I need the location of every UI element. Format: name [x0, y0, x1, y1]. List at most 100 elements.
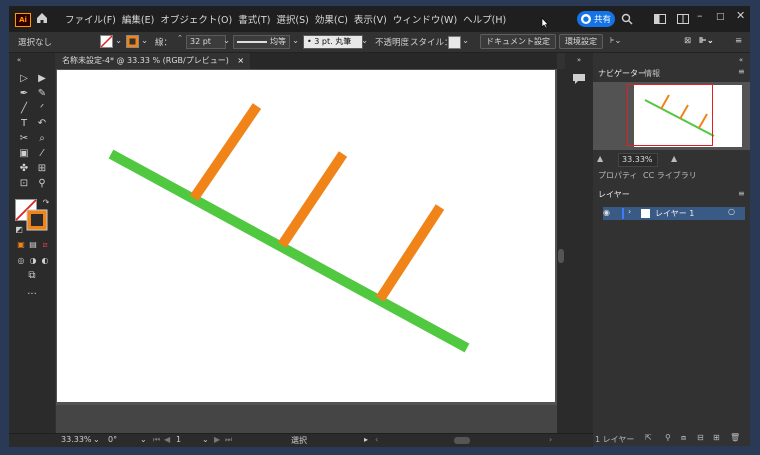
comments-icon[interactable]	[572, 73, 586, 85]
align-icon[interactable]: ⊩⌄	[699, 36, 714, 46]
visibility-eye-icon[interactable]: ◉	[603, 208, 610, 217]
orange-tick-path-1[interactable]	[189, 103, 262, 201]
line-tool-icon[interactable]: ╱	[18, 103, 30, 115]
horizontal-scroll-thumb[interactable]	[454, 437, 470, 444]
tab-properties[interactable]: プロパティ	[598, 170, 638, 181]
artboard[interactable]	[57, 70, 555, 402]
pencil-tool-icon[interactable]: ✎	[36, 88, 48, 100]
new-layer-icon[interactable]: ⊞	[713, 433, 720, 442]
tab-navigator[interactable]: ナビゲーター	[598, 68, 646, 79]
paintbrush-tool-icon[interactable]: ᐟ	[36, 103, 48, 115]
vertical-scrollbar[interactable]	[557, 69, 565, 433]
document-setup-button[interactable]: ドキュメント設定	[480, 34, 556, 49]
brush-select[interactable]: • 3 pt. 丸筆	[303, 35, 363, 49]
chevron-down-icon[interactable]: ⌄	[292, 36, 299, 46]
panel-collapse-icon[interactable]: »	[573, 54, 585, 66]
chevron-down-icon[interactable]: ⌄	[223, 36, 230, 46]
color-mode-icon[interactable]: ▣	[15, 239, 27, 251]
canvas-area[interactable]	[56, 69, 557, 433]
export-icon[interactable]: ⇱	[645, 433, 652, 442]
chevron-down-icon[interactable]: ⌄	[93, 435, 100, 444]
document-tab[interactable]: 名称未設定-4* @ 33.33 % (RGB/プレビュー) ×	[56, 53, 251, 69]
layer-row[interactable]: ◉ › レイヤー 1 ○	[603, 207, 745, 220]
minimize-icon[interactable]: –	[697, 10, 703, 22]
opacity-label[interactable]: 不透明度	[375, 36, 409, 48]
menu-help[interactable]: ヘルプ(H)	[463, 12, 506, 26]
panel-menu-icon[interactable]: ≡	[735, 36, 742, 46]
search-icon[interactable]	[621, 13, 633, 25]
menu-edit[interactable]: 編集(E)	[122, 12, 154, 26]
zoom-in-icon[interactable]: ▲	[671, 154, 677, 163]
menu-file[interactable]: ファイル(F)	[65, 12, 116, 26]
artboard-tool-icon[interactable]: ⊡	[18, 178, 30, 190]
default-colors-icon[interactable]: ◩	[13, 224, 25, 236]
chevron-down-icon[interactable]: ⌄	[140, 435, 147, 444]
share-button[interactable]: ● 共有	[577, 11, 615, 27]
chevron-down-icon[interactable]: ⌄	[202, 435, 209, 444]
status-rotation[interactable]: 0°	[108, 435, 117, 444]
draw-inside-icon[interactable]: ◐	[39, 255, 51, 267]
navigator-zoom-field[interactable]: 33.33%	[618, 153, 658, 167]
arrange-documents-icon[interactable]	[677, 14, 689, 24]
target-circle-icon[interactable]: ○	[728, 207, 735, 216]
zoom-tool-icon[interactable]: ⚲	[36, 178, 48, 190]
tab-layers[interactable]: レイヤー	[598, 189, 630, 200]
locate-object-icon[interactable]: ⚲	[665, 433, 671, 442]
clipping-mask-icon[interactable]: ⧈	[681, 433, 686, 443]
draw-mode-icon[interactable]: ◎	[15, 255, 27, 267]
horizontal-scroll-area[interactable]	[56, 405, 557, 433]
preferences-button[interactable]: 環境設定	[559, 34, 603, 49]
navigator-preview[interactable]	[593, 82, 750, 150]
chevron-down-icon[interactable]: ⌄	[115, 36, 122, 46]
menu-type[interactable]: 書式(T)	[238, 12, 270, 26]
first-artboard-icon[interactable]: ⏮	[153, 435, 160, 445]
screen-mode-icon[interactable]: ⧉	[26, 270, 38, 282]
type-tool-icon[interactable]: T	[18, 118, 30, 130]
menu-object[interactable]: オブジェクト(O)	[160, 12, 232, 26]
style-swatch[interactable]	[448, 36, 461, 49]
next-artboard-icon[interactable]: ▶	[214, 435, 220, 444]
tab-cc-libraries[interactable]: CC ライブラリ	[643, 170, 697, 181]
scroll-left-icon[interactable]: ‹	[375, 435, 378, 444]
stroke-weight-field[interactable]: 32 pt	[186, 35, 226, 49]
layer-name[interactable]: レイヤー 1	[655, 208, 694, 219]
orange-tick-path-2[interactable]	[277, 151, 348, 248]
panel-collapse-icon[interactable]: «	[735, 54, 747, 66]
arrange-icon[interactable]: ⊧⌄	[610, 36, 622, 46]
tab-close-icon[interactable]: ×	[237, 56, 244, 65]
status-artboard[interactable]: 1	[176, 435, 181, 444]
shape-builder-tool-icon[interactable]: ⊞	[36, 163, 48, 175]
navigator-view-box[interactable]	[627, 84, 713, 146]
more-tools-icon[interactable]: ···	[26, 289, 38, 301]
panel-collapse-icon[interactable]: «	[13, 54, 25, 66]
menu-window[interactable]: ウィンドウ(W)	[393, 12, 457, 26]
scroll-right-icon[interactable]: ›	[549, 435, 552, 444]
stroke-profile-select[interactable]: 均等	[233, 35, 290, 49]
menu-effect[interactable]: 効果(C)	[315, 12, 348, 26]
prev-artboard-icon[interactable]: ◀	[164, 435, 170, 444]
workspace-switcher-icon[interactable]	[654, 14, 666, 24]
tab-info[interactable]: 情報	[644, 68, 660, 79]
maximize-icon[interactable]: □	[716, 11, 725, 23]
gradient-tool-icon[interactable]: ▣	[18, 148, 30, 160]
swap-colors-icon[interactable]: ↷	[40, 197, 52, 209]
chevron-down-icon[interactable]: ⌄	[141, 36, 148, 46]
draw-behind-icon[interactable]: ◑	[27, 255, 39, 267]
panel-menu-icon[interactable]: ≡	[738, 67, 745, 76]
status-zoom[interactable]: 33.33%	[61, 435, 92, 444]
scissors-tool-icon[interactable]: ✂	[18, 133, 30, 145]
rotate-tool-icon[interactable]: ↶	[36, 118, 48, 130]
gradient-mode-icon[interactable]: ▤	[27, 239, 39, 251]
orange-tick-path-3[interactable]	[375, 204, 445, 302]
eyedropper-tool-icon[interactable]: ⁄	[36, 148, 48, 160]
expand-chevron-icon[interactable]: ›	[628, 207, 631, 216]
direct-selection-tool-icon[interactable]: ▶	[36, 73, 48, 85]
pen-tool-icon[interactable]: ✒	[18, 88, 30, 100]
home-icon[interactable]	[35, 11, 49, 25]
none-mode-icon[interactable]: ⧄	[39, 239, 51, 251]
delete-layer-icon[interactable]: 🗑	[730, 433, 740, 442]
symbol-sprayer-tool-icon[interactable]: ✤	[18, 163, 30, 175]
menu-view[interactable]: 表示(V)	[354, 12, 387, 26]
zoom-out-icon[interactable]: ▲	[597, 154, 603, 163]
scroll-thumb[interactable]	[558, 249, 564, 263]
